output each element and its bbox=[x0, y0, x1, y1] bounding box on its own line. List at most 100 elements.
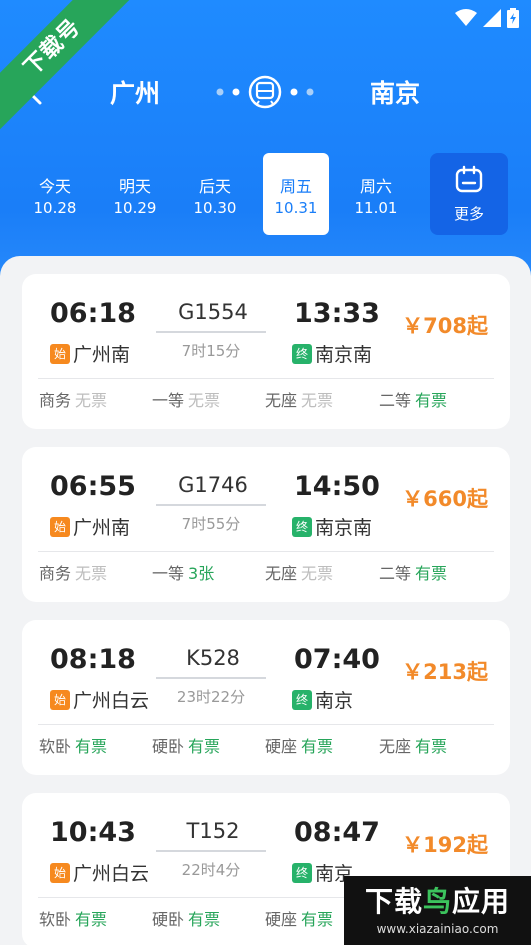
arrival-station: 终 南京南 bbox=[292, 513, 372, 540]
seat-value: 有票 bbox=[415, 737, 448, 756]
divider bbox=[38, 551, 494, 552]
date-selector: 今天 10.28 明天 10.29 后天 10.30 周五 10.31 周六 1… bbox=[14, 153, 514, 235]
watermark-title-white: 下载 bbox=[364, 885, 423, 918]
seat-class: 商务 无票 bbox=[39, 560, 107, 584]
watermark-title: 下载鸟应用 bbox=[344, 880, 531, 920]
seat-value: 无票 bbox=[75, 391, 108, 410]
battery-icon bbox=[507, 8, 519, 28]
seat-name: 硬座 bbox=[265, 910, 298, 929]
seat-value: 3张 bbox=[188, 564, 215, 583]
arrival-station: 终 南京 bbox=[292, 686, 353, 713]
arrival-time: 14:50 bbox=[294, 471, 380, 502]
date-day: 11.01 bbox=[354, 199, 398, 217]
date-day: 10.28 bbox=[33, 199, 77, 217]
seat-name: 无座 bbox=[379, 737, 412, 756]
departure-station-name: 广州白云 bbox=[73, 690, 150, 712]
train-number: G1746 bbox=[178, 473, 248, 497]
price: ￥192起 bbox=[402, 833, 488, 857]
departure-station-name: 广州白云 bbox=[73, 863, 150, 885]
seat-name: 软卧 bbox=[39, 910, 72, 929]
end-tag: 终 bbox=[292, 862, 312, 883]
train-card[interactable]: 08:18 始 广州白云 K528 23时22分 07:40 终 南京 ￥213… bbox=[22, 620, 510, 775]
seat-name: 一等 bbox=[152, 564, 185, 583]
seat-class: 软卧 有票 bbox=[39, 733, 107, 757]
watermark-url: www.xiazainiao.com bbox=[376, 922, 499, 936]
swap-route-train-icon[interactable] bbox=[212, 70, 318, 114]
seat-value: 无票 bbox=[301, 391, 334, 410]
seat-value: 有票 bbox=[188, 737, 221, 756]
start-tag: 始 bbox=[50, 343, 70, 364]
departure-time: 10:43 bbox=[50, 817, 136, 848]
seat-name: 二等 bbox=[379, 564, 412, 583]
route-line bbox=[156, 677, 266, 679]
seat-name: 二等 bbox=[379, 391, 412, 410]
date-tab-4[interactable]: 周六 11.01 bbox=[341, 153, 411, 235]
seat-name: 一等 bbox=[152, 391, 185, 410]
departure-station-name: 广州南 bbox=[73, 344, 131, 366]
seat-class: 硬座 有票 bbox=[265, 906, 333, 930]
seat-availability: 商务 无票 一等 3张 无座 无票 二等 有票 bbox=[22, 560, 510, 584]
seat-class: 无座 无票 bbox=[265, 560, 333, 584]
start-tag: 始 bbox=[50, 862, 70, 883]
end-tag: 终 bbox=[292, 343, 312, 364]
seat-value: 有票 bbox=[415, 391, 448, 410]
seat-class: 硬卧 有票 bbox=[152, 733, 220, 757]
seat-name: 软卧 bbox=[39, 737, 72, 756]
arrival-station: 终 南京南 bbox=[292, 340, 372, 367]
seat-availability: 商务 无票 一等 无票 无座 无票 二等 有票 bbox=[22, 387, 510, 411]
seat-class: 硬卧 有票 bbox=[152, 906, 220, 930]
seat-class: 商务 无票 bbox=[39, 387, 107, 411]
date-tab-1[interactable]: 明天 10.29 bbox=[100, 153, 170, 235]
seat-value: 有票 bbox=[75, 910, 108, 929]
date-day: 10.29 bbox=[113, 199, 157, 217]
date-tab-3-selected[interactable]: 周五 10.31 bbox=[263, 153, 329, 235]
seat-class: 二等 有票 bbox=[379, 560, 447, 584]
end-tag: 终 bbox=[292, 689, 312, 710]
end-tag: 终 bbox=[292, 516, 312, 537]
arrival-time: 07:40 bbox=[294, 644, 380, 675]
seat-class: 一等 3张 bbox=[152, 560, 214, 584]
departure-time: 08:18 bbox=[50, 644, 136, 675]
seat-value: 有票 bbox=[188, 910, 221, 929]
date-tab-0[interactable]: 今天 10.28 bbox=[20, 153, 90, 235]
corner-ribbon: 下载号 bbox=[0, 0, 140, 140]
arrival-station-name: 南京 bbox=[315, 690, 354, 712]
seat-name: 硬座 bbox=[265, 737, 298, 756]
seat-name: 商务 bbox=[39, 391, 72, 410]
start-tag: 始 bbox=[50, 516, 70, 537]
train-number: T152 bbox=[186, 819, 240, 843]
departure-station-name: 广州南 bbox=[73, 517, 131, 539]
date-weekday: 周五 bbox=[279, 177, 312, 196]
arrival-time: 08:47 bbox=[294, 817, 380, 848]
departure-station: 始 广州白云 bbox=[50, 859, 149, 886]
date-day: 10.30 bbox=[193, 199, 237, 217]
more-dates-button[interactable]: 更多 bbox=[430, 153, 508, 235]
departure-time: 06:55 bbox=[50, 471, 136, 502]
train-card[interactable]: 06:18 始 广州南 G1554 7时15分 13:33 终 南京南 ￥708… bbox=[22, 274, 510, 429]
watermark-title-tail: 应用 bbox=[452, 885, 511, 918]
seat-class: 无座 无票 bbox=[265, 387, 333, 411]
status-bar bbox=[455, 6, 519, 30]
date-day: 10.31 bbox=[274, 199, 318, 217]
date-weekday: 后天 bbox=[198, 177, 231, 196]
wifi-icon bbox=[455, 9, 477, 26]
date-weekday: 明天 bbox=[118, 177, 151, 196]
seat-value: 有票 bbox=[301, 737, 334, 756]
site-watermark: 下载鸟应用 www.xiazainiao.com bbox=[344, 876, 531, 945]
duration: 7时55分 bbox=[181, 515, 241, 533]
seat-name: 商务 bbox=[39, 564, 72, 583]
seat-class: 二等 有票 bbox=[379, 387, 447, 411]
departure-time: 06:18 bbox=[50, 298, 136, 329]
ribbon-text: 下载号 bbox=[0, 0, 140, 137]
date-tab-2[interactable]: 后天 10.30 bbox=[180, 153, 250, 235]
to-city[interactable]: 南京 bbox=[370, 74, 420, 110]
seat-name: 无座 bbox=[265, 564, 298, 583]
seat-name: 硬卧 bbox=[152, 737, 185, 756]
duration: 7时15分 bbox=[181, 342, 241, 360]
date-weekday: 周六 bbox=[359, 177, 392, 196]
price: ￥213起 bbox=[402, 660, 488, 684]
seat-value: 无票 bbox=[188, 391, 221, 410]
seat-value: 有票 bbox=[75, 737, 108, 756]
train-number: G1554 bbox=[178, 300, 248, 324]
train-card[interactable]: 06:55 始 广州南 G1746 7时55分 14:50 终 南京南 ￥660… bbox=[22, 447, 510, 602]
